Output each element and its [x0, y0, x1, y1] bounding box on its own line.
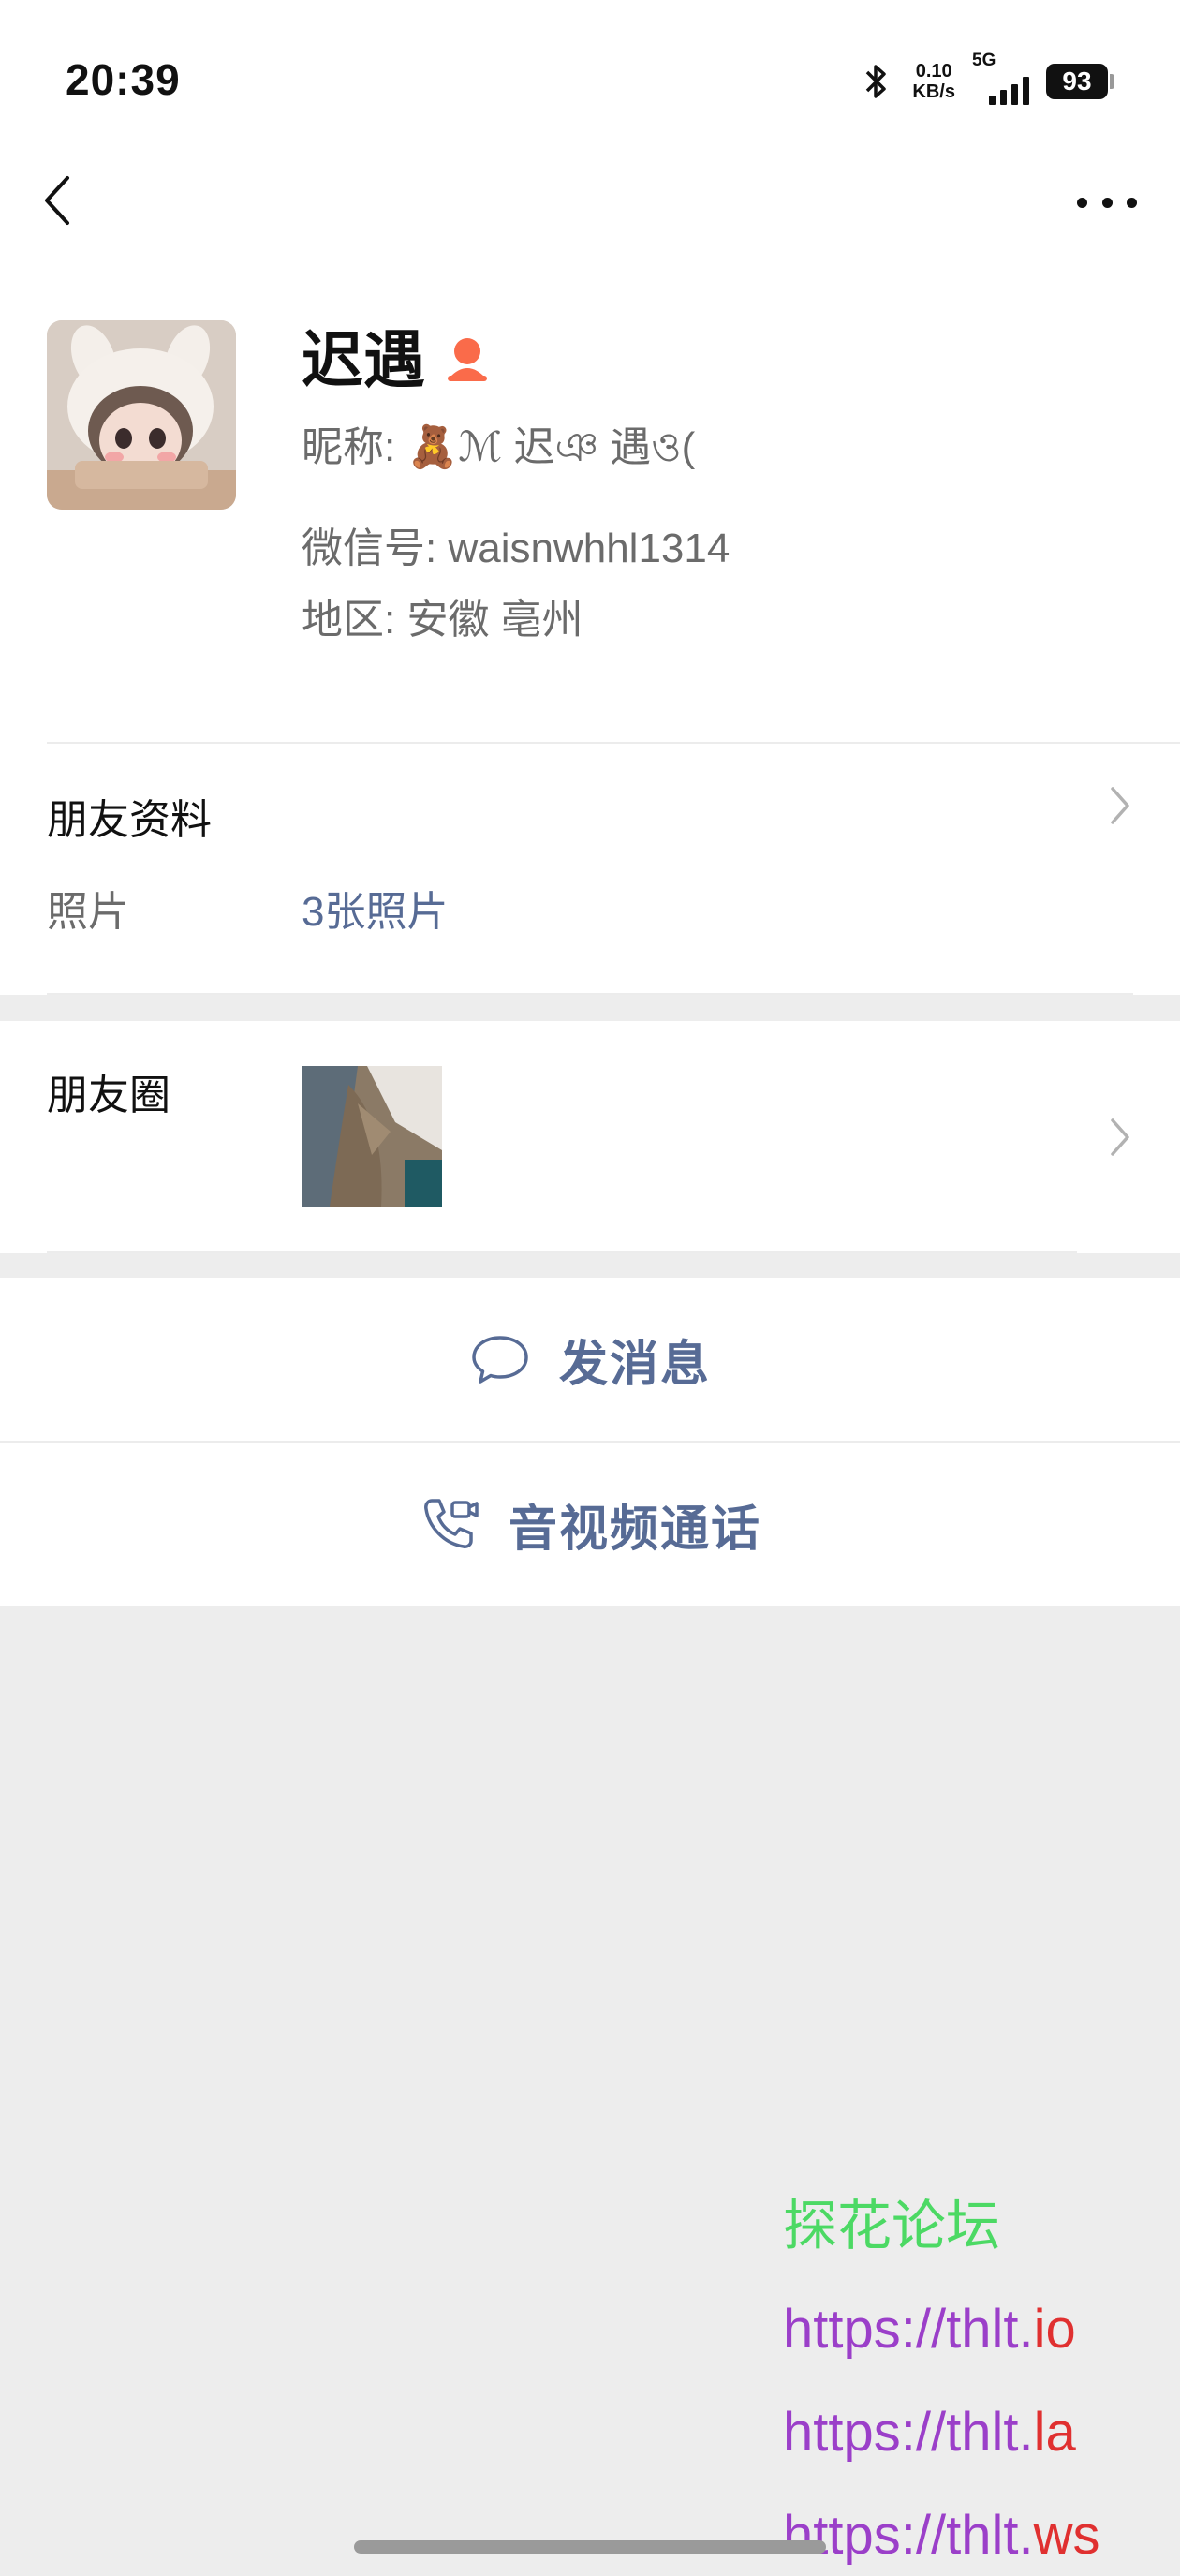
watermark-forum-name: 探花论坛: [783, 2196, 1001, 2257]
wechat-id-row: 微信号: waisnwhhl1314: [302, 523, 730, 575]
more-dots-icon[interactable]: [1071, 184, 1143, 221]
chevron-left-icon[interactable]: [37, 170, 79, 230]
moments-row[interactable]: 朋友圈: [0, 1021, 1180, 1253]
audio-video-call-label: 音视频通话: [508, 1502, 761, 1557]
wechat-id-value: waisnwhhl1314: [448, 526, 730, 571]
friend-info-title[interactable]: 朋友资料: [47, 794, 212, 847]
divider: [47, 993, 1133, 995]
home-indicator[interactable]: [354, 2540, 826, 2554]
display-name: 迟遇: [302, 325, 425, 394]
avatar-image: [47, 320, 236, 510]
profile-card: 迟遇 昵称: 🧸ℳ 迟ঞ 遇ও( 微信号: waisnwhhl1314 地区: …: [0, 161, 1180, 995]
watermark-link-base: https://thlt.: [783, 2505, 1034, 2566]
status-time: 20:39: [66, 55, 181, 104]
nickname-value: 🧸ℳ 迟ঞ 遇ও(: [406, 424, 696, 470]
status-bar: 20:39 0.10 KB/s 5G 93: [0, 0, 1180, 161]
signal-bars-icon: [989, 77, 1029, 105]
chevron-right-icon[interactable]: [1107, 1115, 1133, 1160]
audio-video-call-button[interactable]: 音视频通话: [0, 1443, 1180, 1606]
signal-indicator: 5G: [972, 51, 1029, 105]
watermark-link: https://thlt.io: [783, 2297, 1076, 2362]
region-label: 地区:: [302, 597, 407, 643]
watermark-link-base: https://thlt.: [783, 2299, 1034, 2360]
contact-profile-page: 20:39 0.10 KB/s 5G 93 迟遇 昵称: 🧸ℳ 迟ঞ 遇ও(微…: [0, 0, 1180, 2576]
battery-icon: 93: [1046, 64, 1114, 99]
moments-title: 朋友圈: [47, 1073, 170, 1118]
wechat-id-label: 微信号:: [302, 526, 449, 571]
nickname-row: 昵称: 🧸ℳ 迟ঞ 遇ও(: [302, 422, 695, 474]
watermark-link-tld: ws: [1033, 2505, 1100, 2566]
watermark-link-tld: la: [1033, 2402, 1076, 2463]
divider: [47, 742, 1180, 744]
photos-label: 照片: [47, 889, 129, 935]
network-speed-unit: KB/s: [912, 81, 955, 102]
region-row: 地区: 安徽 亳州: [302, 594, 583, 646]
moments-thumbnail-image: [302, 1066, 442, 1207]
divider: [47, 1251, 1077, 1253]
send-message-label: 发消息: [558, 1337, 711, 1392]
avatar[interactable]: [47, 320, 236, 510]
phone-video-icon: [424, 1499, 479, 1548]
chevron-right-icon[interactable]: [1107, 783, 1133, 828]
region-value: 安徽 亳州: [406, 597, 583, 643]
status-icons: 0.10 KB/s 5G 93: [858, 51, 1114, 105]
chat-bubble-icon: [472, 1336, 528, 1384]
watermark-link-base: https://thlt.: [783, 2402, 1034, 2463]
network-speed: 0.10 KB/s: [912, 61, 955, 102]
moments-thumbnail[interactable]: [302, 1066, 442, 1207]
watermark-link-tld: io: [1033, 2299, 1076, 2360]
send-message-button[interactable]: 发消息: [0, 1278, 1180, 1441]
nickname-label: 昵称:: [302, 424, 407, 470]
bluetooth-icon: [866, 65, 887, 98]
network-speed-value: 0.10: [915, 61, 952, 81]
female-icon: [448, 338, 487, 381]
photos-link[interactable]: 3张照片: [302, 886, 448, 939]
network-type: 5G: [972, 51, 996, 70]
battery-level: 93: [1046, 64, 1108, 99]
watermark-link: https://thlt.la: [783, 2400, 1076, 2465]
watermark-link: https://thlt.ws: [783, 2503, 1099, 2569]
